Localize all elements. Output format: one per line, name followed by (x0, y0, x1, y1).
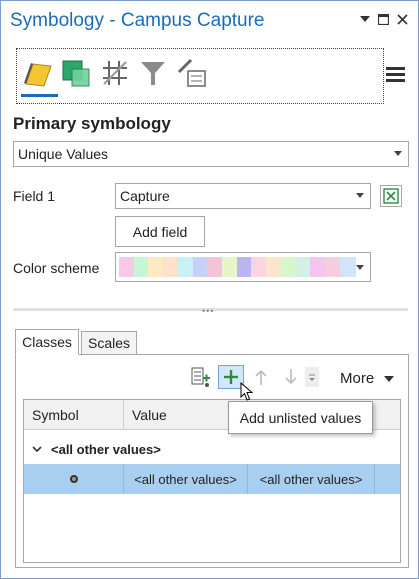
color-swatch (148, 257, 165, 277)
color-swatch (163, 257, 180, 277)
color-swatch (119, 257, 135, 277)
tab-scales[interactable]: Scales (81, 331, 137, 355)
primary-symbology-icon[interactable] (21, 56, 55, 90)
color-swatch (310, 257, 327, 277)
pane-title: Symbology - Campus Capture (10, 10, 265, 31)
group-label: <all other values> (51, 441, 161, 457)
splitter-grip-icon[interactable]: ••• (202, 306, 214, 316)
point-symbol-icon (69, 475, 78, 483)
collapse-chevron-icon[interactable] (32, 445, 42, 453)
add-all-values-icon[interactable] (191, 366, 211, 388)
symbology-toolbar (16, 48, 384, 104)
primary-symbology-dropdown[interactable]: Unique Values (13, 141, 409, 167)
filter-icon[interactable] (136, 56, 170, 90)
chevron-down-icon[interactable] (356, 9, 374, 29)
color-swatch (177, 257, 194, 277)
table-row[interactable]: <all other values> <all other values> (24, 464, 400, 494)
color-swatch (236, 257, 253, 277)
more-label: More (340, 370, 375, 387)
active-tool-indicator (21, 94, 58, 97)
hamburger-menu-icon[interactable] (386, 67, 405, 83)
color-swatch (192, 257, 209, 277)
arrow-up-icon[interactable] (253, 367, 269, 387)
chevron-down-icon (384, 375, 395, 382)
color-swatch (280, 257, 297, 277)
chevron-down-icon (356, 193, 364, 198)
symbol-cell[interactable] (24, 464, 124, 494)
overflow-chevron-icon[interactable] (305, 367, 319, 387)
label-cell[interactable]: <all other values> (248, 464, 375, 494)
symbol-layer-drawing-icon[interactable] (175, 56, 209, 90)
arrow-down-icon[interactable] (283, 367, 299, 387)
color-swatch (251, 257, 268, 277)
add-field-button[interactable]: Add field (115, 216, 205, 247)
chevron-down-icon (394, 151, 402, 156)
tab-classes[interactable]: Classes (15, 329, 79, 355)
more-menu-button[interactable]: More (340, 370, 395, 387)
mouse-cursor-icon (240, 381, 254, 407)
primary-symbology-heading: Primary symbology (13, 114, 171, 133)
vary-symbology-icon[interactable] (59, 56, 93, 90)
field1-value: Capture (120, 188, 170, 204)
maximize-icon[interactable] (374, 9, 392, 29)
column-header-symbol[interactable]: Symbol (24, 400, 124, 430)
expression-icon[interactable] (380, 185, 402, 207)
value-cell[interactable]: <all other values> (124, 464, 248, 494)
color-scheme-dropdown[interactable] (115, 252, 371, 282)
count-cell (375, 464, 400, 494)
color-swatch (266, 257, 282, 277)
color-swatch (295, 257, 312, 277)
color-swatch (221, 257, 238, 277)
color-ramp-preview (119, 253, 356, 281)
label-grid-icon[interactable] (98, 56, 132, 90)
group-row[interactable]: <all other values> (24, 436, 400, 462)
field1-dropdown[interactable]: Capture (115, 183, 371, 209)
color-swatch (207, 257, 224, 277)
chevron-down-icon (356, 265, 364, 270)
color-scheme-label: Color scheme (13, 260, 100, 276)
color-swatch (133, 257, 150, 277)
color-swatch (324, 257, 341, 277)
field1-label: Field 1 (13, 188, 56, 204)
symbology-pane: Symbology - Campus Capture Primary symbo… (0, 0, 419, 579)
color-swatch (339, 257, 356, 277)
close-icon[interactable] (393, 9, 411, 29)
primary-symbology-value: Unique Values (18, 146, 109, 162)
